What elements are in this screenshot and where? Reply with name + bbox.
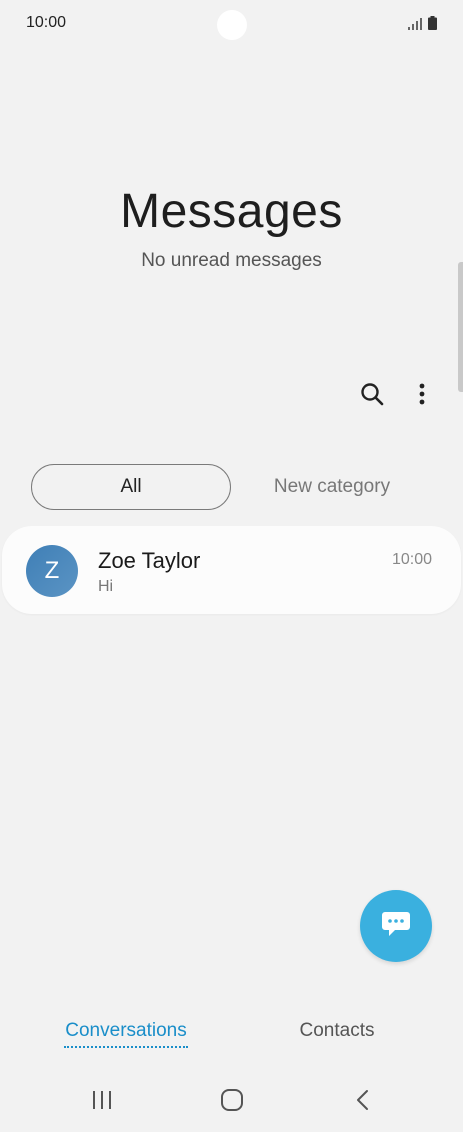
compose-message-icon — [381, 910, 411, 943]
conversation-contact-name: Zoe Taylor — [98, 548, 201, 573]
back-button[interactable] — [348, 1087, 376, 1117]
more-vertical-icon — [419, 383, 425, 410]
status-icons — [408, 16, 437, 35]
conversation-time: 10:00 — [391, 551, 432, 568]
conversation-preview: Hi — [98, 578, 114, 595]
back-icon — [355, 1089, 369, 1116]
unread-status: No unread messages — [141, 250, 322, 271]
category-tab-all-label: All — [120, 476, 142, 497]
search-icon — [360, 382, 384, 411]
category-tab-all[interactable]: All — [31, 464, 231, 510]
home-icon — [220, 1088, 244, 1117]
more-options-button[interactable] — [406, 380, 438, 412]
home-button[interactable] — [217, 1087, 247, 1117]
avatar: Z — [26, 545, 78, 597]
search-button[interactable] — [356, 380, 388, 412]
recents-button[interactable] — [88, 1090, 116, 1114]
recents-icon — [91, 1090, 113, 1115]
tab-conversations[interactable]: Conversations — [50, 1020, 202, 1042]
camera-cutout — [217, 10, 247, 40]
tab-conversations-indicator — [64, 1046, 188, 1048]
tab-contacts[interactable]: Contacts — [262, 1020, 412, 1042]
page-title: Messages — [120, 185, 343, 238]
category-tab-new-category[interactable]: New category — [252, 464, 412, 510]
conversation-item[interactable]: Z Zoe Taylor Hi 10:00 — [2, 526, 461, 614]
battery-icon — [428, 16, 437, 35]
scrollbar-handle[interactable] — [458, 262, 463, 392]
category-tab-new-label: New category — [273, 476, 391, 497]
status-time: 10:00 — [26, 14, 67, 31]
avatar-letter: Z — [44, 557, 60, 584]
compose-button[interactable] — [360, 890, 432, 962]
signal-icon — [408, 17, 422, 35]
